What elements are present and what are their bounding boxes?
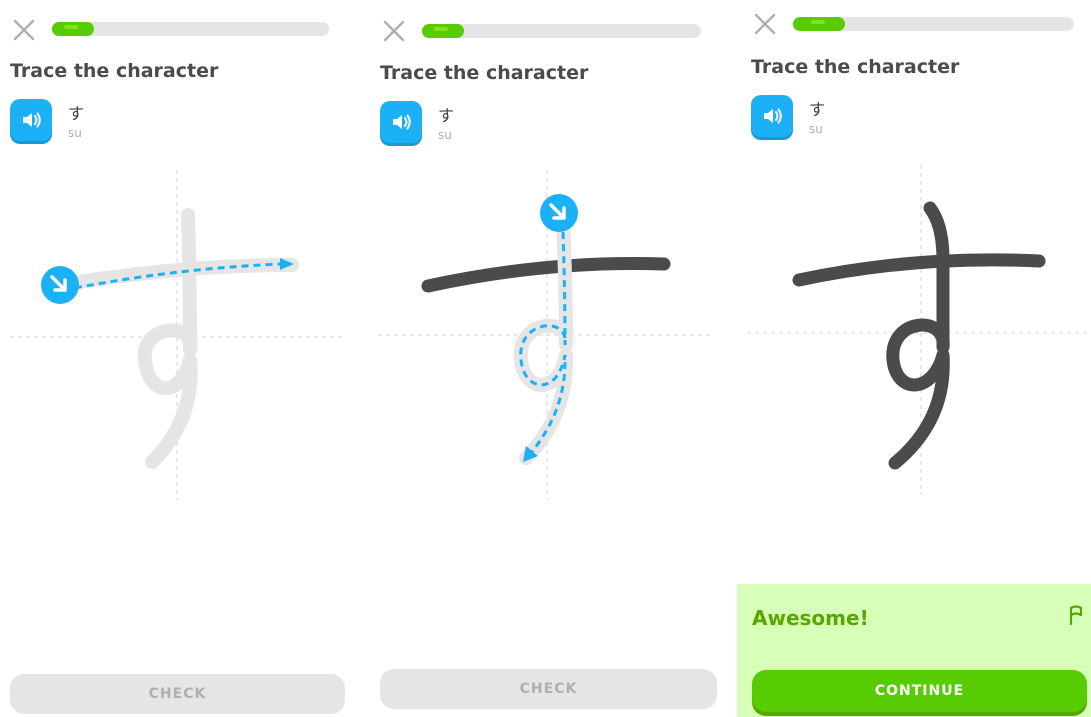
page-title: Trace the character [751,56,960,78]
start-arrow-icon[interactable] [540,194,578,232]
completed-stroke-vertical [886,201,950,470]
play-audio-button[interactable] [380,101,422,143]
tracing-canvas [737,155,1091,505]
close-icon[interactable] [10,16,38,44]
tracing-canvas[interactable] [368,160,723,510]
flag-icon[interactable] [1067,604,1085,626]
trace-panel-step-2: Trace the character す su CHECK [368,0,723,717]
speaker-icon [393,114,411,130]
lesson-progress-bar [793,17,1074,31]
feedback-message: Awesome! [752,606,869,630]
progress-fill [422,24,464,38]
play-audio-button[interactable] [10,99,52,141]
completed-stroke-horizontal [792,253,1046,287]
play-audio-button[interactable] [751,95,793,137]
lesson-progress-bar [422,24,701,38]
speaker-icon [23,112,41,128]
character-glyph: す [68,104,85,123]
trace-panel-step-3: Trace the character す su Awesome! CONTIN… [737,0,1091,717]
guide-stroke-vertical [137,208,198,469]
progress-fill [52,22,94,36]
guide-stroke-horizontal [53,258,299,292]
character-glyph: す [438,106,455,125]
guide-stroke-vertical [513,211,574,465]
character-romaji: su [809,122,823,136]
page-title: Trace the character [380,62,589,84]
start-arrow-icon[interactable] [41,266,79,304]
check-button[interactable]: CHECK [380,669,717,709]
close-icon[interactable] [380,17,408,45]
continue-button[interactable]: CONTINUE [752,670,1087,712]
progress-fill [793,17,845,31]
character-romaji: su [438,128,452,142]
check-button[interactable]: CHECK [10,674,345,714]
trace-panel-step-1: Trace the character す su CHECK [0,0,355,717]
character-romaji: su [68,126,82,140]
character-glyph: す [809,100,826,119]
speaker-icon [764,108,782,124]
correct-feedback-banner: Awesome! CONTINUE [737,584,1091,717]
completed-stroke-horizontal [421,256,671,293]
lesson-progress-bar [52,22,329,36]
close-icon[interactable] [751,10,779,38]
page-title: Trace the character [10,60,219,82]
tracing-canvas[interactable] [0,160,355,510]
